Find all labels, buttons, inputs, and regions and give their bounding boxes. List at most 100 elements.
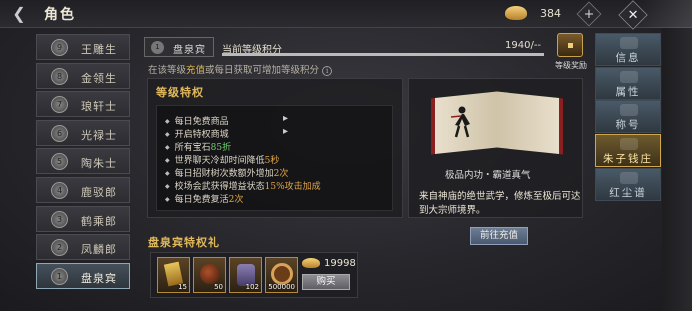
tab-label: 朱子钱庄 bbox=[603, 153, 653, 166]
privilege-text: 世界聊天冷却时间降低 bbox=[174, 156, 265, 166]
gift-price: 19998 bbox=[324, 258, 356, 269]
right-edge bbox=[662, 28, 692, 311]
hint-text-post: 或每日获取可增加等级积分 bbox=[205, 65, 320, 76]
tab-label: 红尘谱 bbox=[609, 186, 647, 199]
tab-red-dust[interactable]: 红尘谱 bbox=[595, 167, 661, 201]
privilege-item: 所有宝石85折 bbox=[165, 140, 231, 153]
gift-item[interactable]: 15 bbox=[157, 257, 190, 293]
arrow-right-icon[interactable]: ▸ bbox=[283, 126, 288, 137]
gift-item[interactable]: 102 bbox=[229, 257, 262, 293]
rank-badge-icon: 6 bbox=[51, 124, 68, 142]
rank-badge-icon: 1 bbox=[51, 267, 68, 285]
plus-icon: + bbox=[583, 6, 595, 22]
rank-label: 盘泉宾 bbox=[81, 271, 117, 285]
gold-ingot-icon bbox=[302, 258, 320, 268]
privileges-list: 每日免费商品 ▸ 开启特权商城 ▸ 所有宝石85折 世界聊天冷却时间降低5秒 每… bbox=[156, 105, 393, 211]
privilege-item: 每日免费复活2次 bbox=[165, 192, 244, 205]
rank-label: 王雕生 bbox=[81, 43, 117, 56]
rank-item-selected[interactable]: 1 盘泉宾 bbox=[36, 262, 130, 289]
rank-label: 琅轩士 bbox=[81, 100, 117, 114]
rank-item[interactable]: 2 凤麟郎 bbox=[36, 234, 130, 261]
add-gold-button[interactable]: + bbox=[576, 1, 602, 27]
coin-ring-icon bbox=[271, 263, 293, 285]
buy-button[interactable]: 购买 bbox=[302, 274, 350, 290]
info-icon[interactable]: i bbox=[322, 65, 333, 76]
book-description: 来自神庙的绝世武学，修炼至极后可达到大宗师境界。 bbox=[419, 191, 581, 216]
tab-label: 信息 bbox=[615, 52, 641, 64]
tab-bank[interactable]: 朱子钱庄 bbox=[595, 134, 661, 168]
privilege-text: 每日免费复活 bbox=[174, 195, 229, 205]
rank-label: 光禄士 bbox=[81, 128, 117, 142]
red-dust-tab-icon bbox=[620, 171, 638, 184]
privilege-text: 所有宝石 bbox=[174, 143, 211, 153]
rank-item[interactable]: 3 鹤乘郎 bbox=[36, 205, 130, 232]
score-hint: 在该等级充值或每日获取可增加等级积分 i bbox=[148, 62, 333, 76]
privilege-item: 开启特权商城 bbox=[165, 127, 229, 140]
rank-item[interactable]: 5 陶朱士 bbox=[36, 148, 130, 175]
gold-count: 384 bbox=[540, 7, 561, 20]
rank-item[interactable]: 9 王雕生 bbox=[36, 34, 130, 60]
privilege-value: 15%攻击加成 bbox=[264, 182, 321, 192]
gift-item[interactable]: 50 bbox=[193, 257, 226, 293]
reward-label: 等级奖励 bbox=[555, 61, 587, 70]
tab-info[interactable]: 信息 bbox=[595, 33, 661, 66]
current-tier-tag: 1 盘泉宾 bbox=[144, 37, 214, 57]
rank-label: 陶朱士 bbox=[81, 157, 117, 171]
side-tabs: 信息 属性 称号 朱子钱庄 红尘谱 bbox=[595, 33, 661, 201]
privilege-text: 每日免费商品 bbox=[174, 117, 229, 127]
titles-tab-icon bbox=[620, 104, 638, 117]
fire-orb-icon bbox=[200, 264, 220, 284]
score-progress-bar bbox=[222, 53, 544, 56]
rank-badge-icon: 9 bbox=[51, 39, 68, 56]
score-value: 1940/-- bbox=[505, 40, 542, 51]
rank-list: 9 王雕生 8 金领生 7 琅轩士 6 光禄士 5 陶朱士 4 鹿驳郎 3 鹤乘郎 2 凤麟郎 … bbox=[36, 34, 130, 291]
rank-badge-icon: 4 bbox=[51, 181, 68, 199]
rank-badge-icon: 7 bbox=[51, 96, 68, 114]
privilege-item: 世界聊天冷却时间降低5秒 bbox=[165, 153, 280, 166]
back-icon[interactable]: ❮ bbox=[8, 4, 30, 24]
gift-item[interactable]: 500000 bbox=[265, 257, 298, 293]
close-icon: ✕ bbox=[627, 7, 639, 23]
book-icon bbox=[423, 89, 571, 161]
privilege-text: 校场会武获得增益状态 bbox=[174, 182, 265, 192]
hint-highlight: 充值 bbox=[186, 65, 206, 76]
privilege-item: 每日免费商品 bbox=[165, 114, 229, 127]
rank-badge-icon: 8 bbox=[51, 67, 68, 85]
tab-label: 属性 bbox=[615, 85, 641, 98]
privilege-value: 2次 bbox=[273, 169, 289, 179]
rank-item[interactable]: 4 鹿驳郎 bbox=[36, 176, 130, 203]
rank-label: 金领生 bbox=[81, 71, 117, 85]
hint-text-pre: 在该等级 bbox=[148, 65, 187, 76]
tier-label: 盘泉宾 bbox=[173, 45, 206, 56]
top-bar: ❮ 角色 384 + ✕ bbox=[0, 0, 692, 30]
gold-ingot-icon bbox=[505, 6, 527, 20]
rank-badge-icon: 5 bbox=[51, 153, 68, 171]
rank-badge-icon: 3 bbox=[51, 210, 68, 228]
arrow-right-icon[interactable]: ▸ bbox=[283, 113, 288, 124]
privilege-value: 85折 bbox=[210, 143, 232, 153]
tab-attributes[interactable]: 属性 bbox=[595, 66, 661, 100]
bank-tab-icon bbox=[620, 138, 638, 151]
gift-qty: 50 bbox=[214, 283, 223, 291]
gift-qty: 102 bbox=[245, 283, 259, 291]
rank-item[interactable]: 6 光禄士 bbox=[36, 119, 130, 146]
go-charge-button[interactable]: 前往充值 bbox=[470, 227, 528, 245]
rank-label: 凤麟郎 bbox=[81, 243, 117, 257]
privilege-text: 每日招财树次数额外增加 bbox=[174, 169, 274, 179]
info-tab-icon bbox=[620, 37, 638, 49]
privilege-item: 每日招财树次数额外增加2次 bbox=[165, 166, 289, 179]
reward-chest-icon[interactable] bbox=[557, 33, 583, 57]
rank-label: 鹿驳郎 bbox=[81, 185, 117, 199]
privilege-value: 5秒 bbox=[264, 156, 280, 166]
tier-badge-icon: 1 bbox=[151, 41, 164, 54]
tab-titles[interactable]: 称号 bbox=[595, 100, 661, 134]
rank-item[interactable]: 8 金领生 bbox=[36, 62, 130, 89]
rank-badge-icon: 2 bbox=[51, 239, 68, 257]
tab-label: 称号 bbox=[615, 119, 641, 132]
privilege-item: 校场会武获得增益状态15%攻击加成 bbox=[165, 179, 321, 192]
rank-label: 鹤乘郎 bbox=[81, 214, 117, 228]
rank-item[interactable]: 7 琅轩士 bbox=[36, 91, 130, 118]
gift-qty: 15 bbox=[178, 283, 187, 291]
privileges-panel: 等级特权 每日免费商品 ▸ 开启特权商城 ▸ 所有宝石85折 世界聊天冷却时间降… bbox=[147, 78, 403, 218]
privileges-title: 等级特权 bbox=[156, 86, 204, 99]
